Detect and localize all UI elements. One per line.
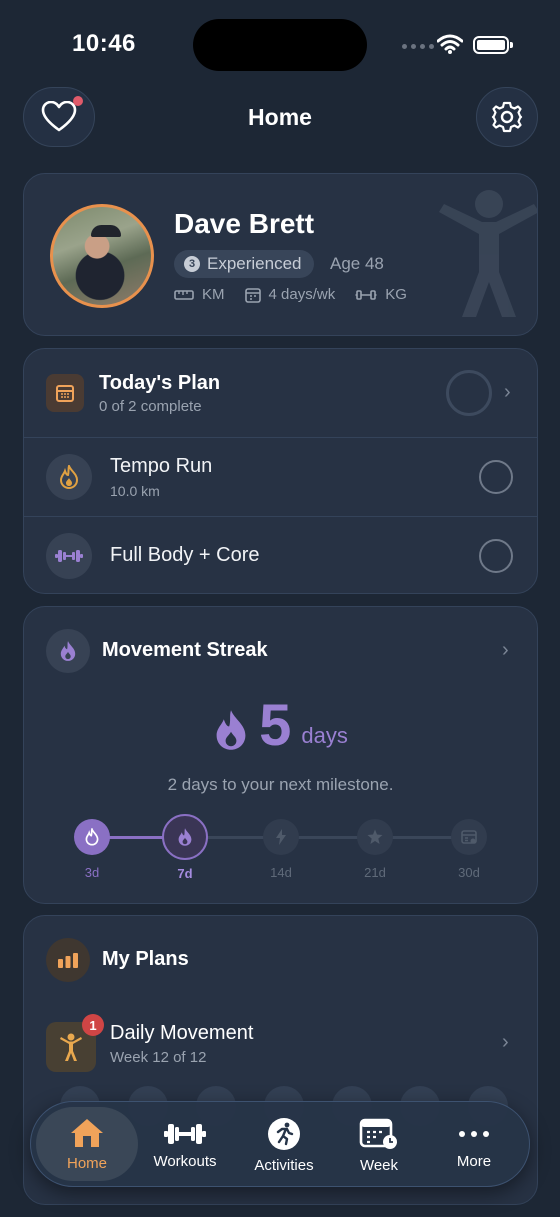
tab-workouts[interactable]: Workouts	[135, 1102, 235, 1188]
streak-count: 5	[259, 693, 292, 758]
tab-week[interactable]: Week	[329, 1102, 429, 1188]
todays-plan-card: Today's Plan 0 of 2 complete › Tempo Run…	[23, 348, 538, 594]
chevron-right-icon: ›	[502, 639, 509, 661]
movement-streak-card[interactable]: Movement Streak › 5 days 2 days to your …	[23, 606, 538, 904]
wifi-icon	[437, 34, 463, 54]
status-bar: 10:46	[0, 0, 560, 90]
flame-icon	[74, 819, 110, 855]
plan-item-full-body-core[interactable]: Full Body + Core	[24, 517, 537, 596]
age-label: Age 48	[330, 254, 384, 273]
level-label: Experienced	[207, 254, 302, 273]
dumbbell-icon	[355, 289, 377, 300]
star-icon	[357, 819, 393, 855]
my-plans-title: My Plans	[102, 948, 189, 970]
milestone-21d: 21d	[357, 819, 393, 880]
tab-activities[interactable]: Activities	[234, 1102, 334, 1188]
more-dots-icon	[459, 1130, 489, 1137]
calendar-clock-icon	[359, 1118, 397, 1149]
tab-home[interactable]: Home	[36, 1107, 138, 1181]
distance-unit: KM	[174, 286, 225, 303]
tab-bar: Home Workouts Activities Week More	[30, 1101, 530, 1187]
dumbbell-icon	[46, 533, 92, 579]
running-figure-icon	[268, 1117, 300, 1150]
bar-chart-icon	[46, 938, 90, 982]
complete-checkbox[interactable]	[479, 460, 513, 494]
weight-unit: KG	[355, 286, 407, 303]
tab-more[interactable]: More	[424, 1102, 524, 1188]
chevron-right-icon: ›	[504, 381, 511, 403]
gear-icon	[491, 101, 523, 133]
calendar-check-icon	[451, 819, 487, 855]
flame-icon	[216, 710, 246, 750]
streak-title: Movement Streak	[102, 639, 268, 661]
person-figure-icon	[439, 190, 537, 317]
streak-message: 2 days to your next milestone.	[167, 775, 394, 794]
flame-icon	[46, 629, 90, 673]
settings-button[interactable]	[476, 87, 538, 147]
plan-item-title: Tempo Run	[110, 455, 213, 477]
status-time: 10:46	[72, 30, 136, 57]
profile-card[interactable]: Dave Brett 3 Experienced Age 48 KM 4 day…	[23, 173, 538, 336]
plan-notification-badge: 1	[82, 1014, 104, 1036]
todays-plan-progress-ring	[446, 370, 492, 416]
battery-icon	[473, 36, 513, 54]
house-icon	[71, 1118, 103, 1147]
plan-week-progress: Week 12 of 12	[110, 1049, 207, 1066]
milestone-30d: 30d	[451, 819, 487, 880]
milestone-3d: 3d	[74, 819, 110, 880]
flame-icon	[162, 814, 208, 860]
plan-item-title: Full Body + Core	[110, 544, 260, 566]
plan-title[interactable]: Daily Movement	[110, 1022, 253, 1045]
flame-icon	[46, 454, 92, 500]
dynamic-island	[193, 19, 367, 71]
profile-name: Dave Brett	[174, 208, 315, 239]
ruler-icon	[174, 289, 194, 300]
chevron-right-icon[interactable]: ›	[502, 1031, 509, 1054]
plan-item-tempo-run[interactable]: Tempo Run 10.0 km	[24, 438, 537, 517]
level-badge: 3 Experienced	[174, 250, 314, 278]
level-number: 3	[184, 256, 200, 272]
calendar-icon	[46, 374, 84, 412]
todays-plan-header[interactable]: Today's Plan 0 of 2 complete ›	[24, 349, 537, 438]
streak-count-display: 5 days	[24, 697, 537, 755]
milestone-14d: 14d	[263, 819, 299, 880]
cellular-signal-icon	[402, 44, 434, 49]
training-frequency: 4 days/wk	[244, 286, 335, 303]
bolt-icon	[263, 819, 299, 855]
plan-item-subtitle: 10.0 km	[110, 483, 160, 499]
calendar-icon	[244, 287, 261, 303]
profile-preferences: KM 4 days/wk KG	[174, 286, 417, 303]
complete-checkbox[interactable]	[479, 539, 513, 573]
streak-unit: days	[301, 723, 348, 748]
dumbbell-icon	[164, 1123, 206, 1144]
milestone-7d: 7d	[162, 814, 208, 881]
todays-plan-title: Today's Plan	[99, 372, 221, 394]
avatar	[50, 204, 154, 308]
todays-plan-progress-text: 0 of 2 complete	[99, 398, 202, 415]
